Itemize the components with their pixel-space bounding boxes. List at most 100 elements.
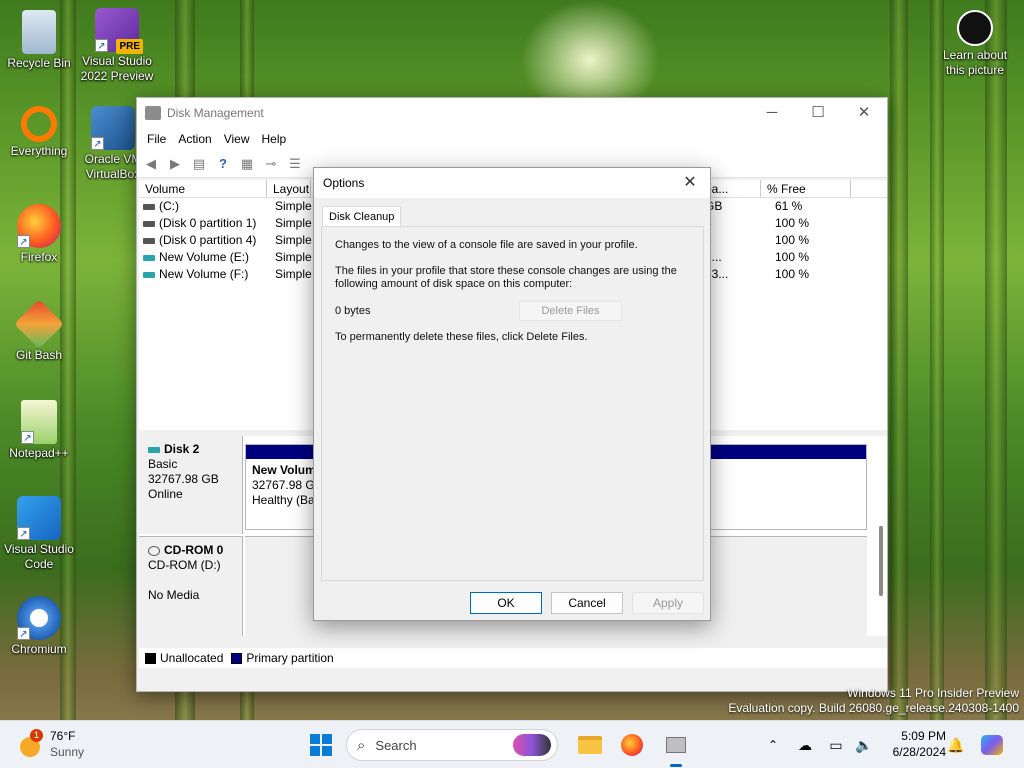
delete-files-button[interactable]: Delete Files bbox=[519, 301, 622, 321]
everything-search-icon bbox=[21, 106, 57, 142]
free-cell: 61 % bbox=[775, 199, 803, 213]
disk-management-icon bbox=[145, 106, 161, 120]
show-hide-tree-icon[interactable]: ▤ bbox=[189, 155, 209, 173]
volume-name: New Volume (E:) bbox=[159, 250, 250, 264]
notification-bell-icon[interactable]: 🔔 bbox=[940, 729, 972, 761]
drive-icon bbox=[143, 220, 155, 227]
onedrive-offline-icon[interactable]: ☁ bbox=[789, 729, 821, 761]
layout-cell: Simple bbox=[275, 233, 312, 247]
recycle-bin-icon bbox=[22, 10, 56, 54]
drive-icon bbox=[143, 271, 155, 278]
disk-space-text: The files in your profile that store the… bbox=[335, 265, 677, 290]
dialog-close-button[interactable]: ✕ bbox=[678, 172, 702, 194]
bamboo-stalk bbox=[985, 0, 1007, 720]
desktop-icon-vscode[interactable]: ↗ Visual Studio Code bbox=[0, 496, 78, 572]
desktop-icon-visual-studio-2022[interactable]: ↗ PRE Visual Studio 2022 Preview bbox=[78, 8, 156, 84]
taskbar-search[interactable]: ⌕ Search bbox=[346, 729, 558, 761]
folder-icon bbox=[578, 736, 602, 754]
drive-icon bbox=[143, 203, 155, 210]
connect-icon[interactable]: ⊸ bbox=[261, 155, 281, 173]
forward-arrow-icon[interactable]: ▶ bbox=[165, 155, 185, 173]
learn-about-label: Learn about this picture bbox=[942, 48, 1008, 77]
title-bar: Disk Management ─ ☐ ✕ bbox=[137, 98, 887, 128]
desktop-icon-git-bash[interactable]: Git Bash bbox=[0, 299, 78, 363]
volume-name: (C:) bbox=[159, 199, 179, 213]
volume-name-cell: (Disk 0 partition 4) bbox=[139, 232, 271, 249]
copilot-preview-icon[interactable] bbox=[976, 729, 1008, 761]
cdrom-info[interactable]: CD-ROM 0 CD-ROM (D:) No Media bbox=[139, 536, 243, 636]
file-explorer-taskbar-icon[interactable] bbox=[574, 729, 606, 761]
disk-space-value: 0 bytes bbox=[335, 305, 371, 317]
back-arrow-icon[interactable]: ◀ bbox=[141, 155, 161, 173]
taskbar: 1 76°F Sunny ⌕ Search ⌃ ☁ ▭ 🔈 5:09 PM 6/… bbox=[0, 720, 1024, 768]
preview-badge: PRE bbox=[116, 39, 143, 54]
copilot-icon bbox=[981, 735, 1003, 755]
free-cell: 100 % bbox=[775, 267, 810, 281]
evaluation-watermark-line2: Evaluation copy. Build 26080.ge_release.… bbox=[728, 701, 1019, 715]
desktop-icon-everything[interactable]: Everything bbox=[0, 106, 78, 159]
disk2-info[interactable]: Disk 2 Basic 32767.98 GB Online bbox=[139, 436, 243, 534]
ok-button[interactable]: OK bbox=[470, 592, 542, 614]
minimize-button[interactable]: ─ bbox=[749, 98, 795, 128]
profile-info-text: Changes to the view of a console file ar… bbox=[335, 239, 638, 251]
layout-cell: Simple bbox=[275, 250, 312, 264]
volume-name: (Disk 0 partition 1) bbox=[159, 216, 257, 230]
desktop-icon-label: Recycle Bin bbox=[7, 56, 71, 70]
desktop-icon-notepad-plus-plus[interactable]: ↗ Notepad++ bbox=[0, 400, 78, 461]
desktop-icon-label: Chromium bbox=[11, 642, 67, 656]
volume-icon[interactable]: 🔈 bbox=[848, 729, 880, 761]
search-highlight-icon bbox=[513, 734, 551, 756]
unallocated-swatch bbox=[145, 652, 156, 664]
cancel-button[interactable]: Cancel bbox=[551, 592, 623, 614]
dialog-title-bar: Options bbox=[314, 168, 710, 198]
legend: Unallocated Primary partition bbox=[139, 648, 887, 668]
cdrom-media-status: No Media bbox=[148, 588, 200, 602]
desktop-icon-recycle-bin[interactable]: Recycle Bin bbox=[0, 10, 78, 71]
close-button[interactable]: ✕ bbox=[841, 98, 887, 128]
disk-type: Basic bbox=[148, 457, 178, 471]
desktop-icon-firefox[interactable]: ↗ Firefox bbox=[0, 204, 78, 265]
menu-help[interactable]: Help bbox=[256, 132, 293, 146]
help-icon[interactable]: ? bbox=[213, 155, 233, 173]
shortcut-arrow-icon: ↗ bbox=[21, 431, 34, 444]
disk-name: Disk 2 bbox=[164, 442, 200, 456]
apply-button[interactable]: Apply bbox=[632, 592, 704, 614]
volume-name: New Volume (F:) bbox=[159, 267, 249, 281]
desktop-icon-label: Oracle VM VirtualBox bbox=[84, 152, 142, 181]
window-title: Disk Management bbox=[167, 106, 264, 120]
tab-disk-cleanup[interactable]: Disk Cleanup bbox=[322, 206, 402, 227]
learn-about-picture[interactable]: Learn about this picture bbox=[936, 10, 1014, 78]
maximize-button[interactable]: ☐ bbox=[795, 98, 841, 128]
search-icon: ⌕ bbox=[357, 736, 366, 754]
options-dialog: Options ✕ Disk Cleanup Changes to the vi… bbox=[313, 167, 711, 621]
menu-file[interactable]: File bbox=[141, 132, 172, 146]
desktop-icon-label: Firefox bbox=[20, 250, 58, 264]
start-button[interactable] bbox=[305, 729, 337, 761]
show-hidden-icons-button[interactable]: ⌃ bbox=[757, 729, 789, 761]
disk-status: Online bbox=[148, 487, 183, 501]
properties-icon[interactable]: ▦ bbox=[237, 155, 257, 173]
list-view-icon[interactable]: ☰ bbox=[285, 155, 305, 173]
weather-temp: 76°F bbox=[50, 729, 76, 743]
firefox-icon: ↗ bbox=[17, 204, 61, 248]
disk-size: 32767.98 GB bbox=[148, 472, 219, 486]
notepad-plus-plus-icon: ↗ bbox=[21, 400, 57, 444]
column-layout[interactable]: Layout bbox=[267, 180, 311, 197]
shortcut-arrow-icon: ↗ bbox=[91, 137, 104, 150]
menu-view[interactable]: View bbox=[218, 132, 256, 146]
shortcut-arrow-icon: ↗ bbox=[95, 39, 108, 52]
layout-cell: Simple bbox=[275, 267, 312, 281]
legend-unallocated: Unallocated bbox=[160, 651, 224, 665]
desktop-icon-chromium[interactable]: ↗ Chromium bbox=[0, 596, 78, 657]
vscode-icon: ↗ bbox=[17, 496, 61, 540]
disk-management-taskbar-icon[interactable] bbox=[660, 729, 692, 767]
clock[interactable]: 5:09 PM 6/28/2024 bbox=[878, 728, 946, 760]
weather-widget[interactable]: 1 76°F Sunny bbox=[18, 727, 98, 763]
firefox-taskbar-icon[interactable] bbox=[616, 729, 648, 761]
column-volume[interactable]: Volume bbox=[139, 180, 267, 197]
column-percent-free[interactable]: % Free bbox=[761, 180, 851, 197]
menu-action[interactable]: Action bbox=[172, 132, 217, 146]
vertical-scrollbar[interactable] bbox=[879, 526, 883, 596]
weather-condition: Sunny bbox=[50, 745, 85, 759]
active-indicator bbox=[670, 764, 682, 767]
